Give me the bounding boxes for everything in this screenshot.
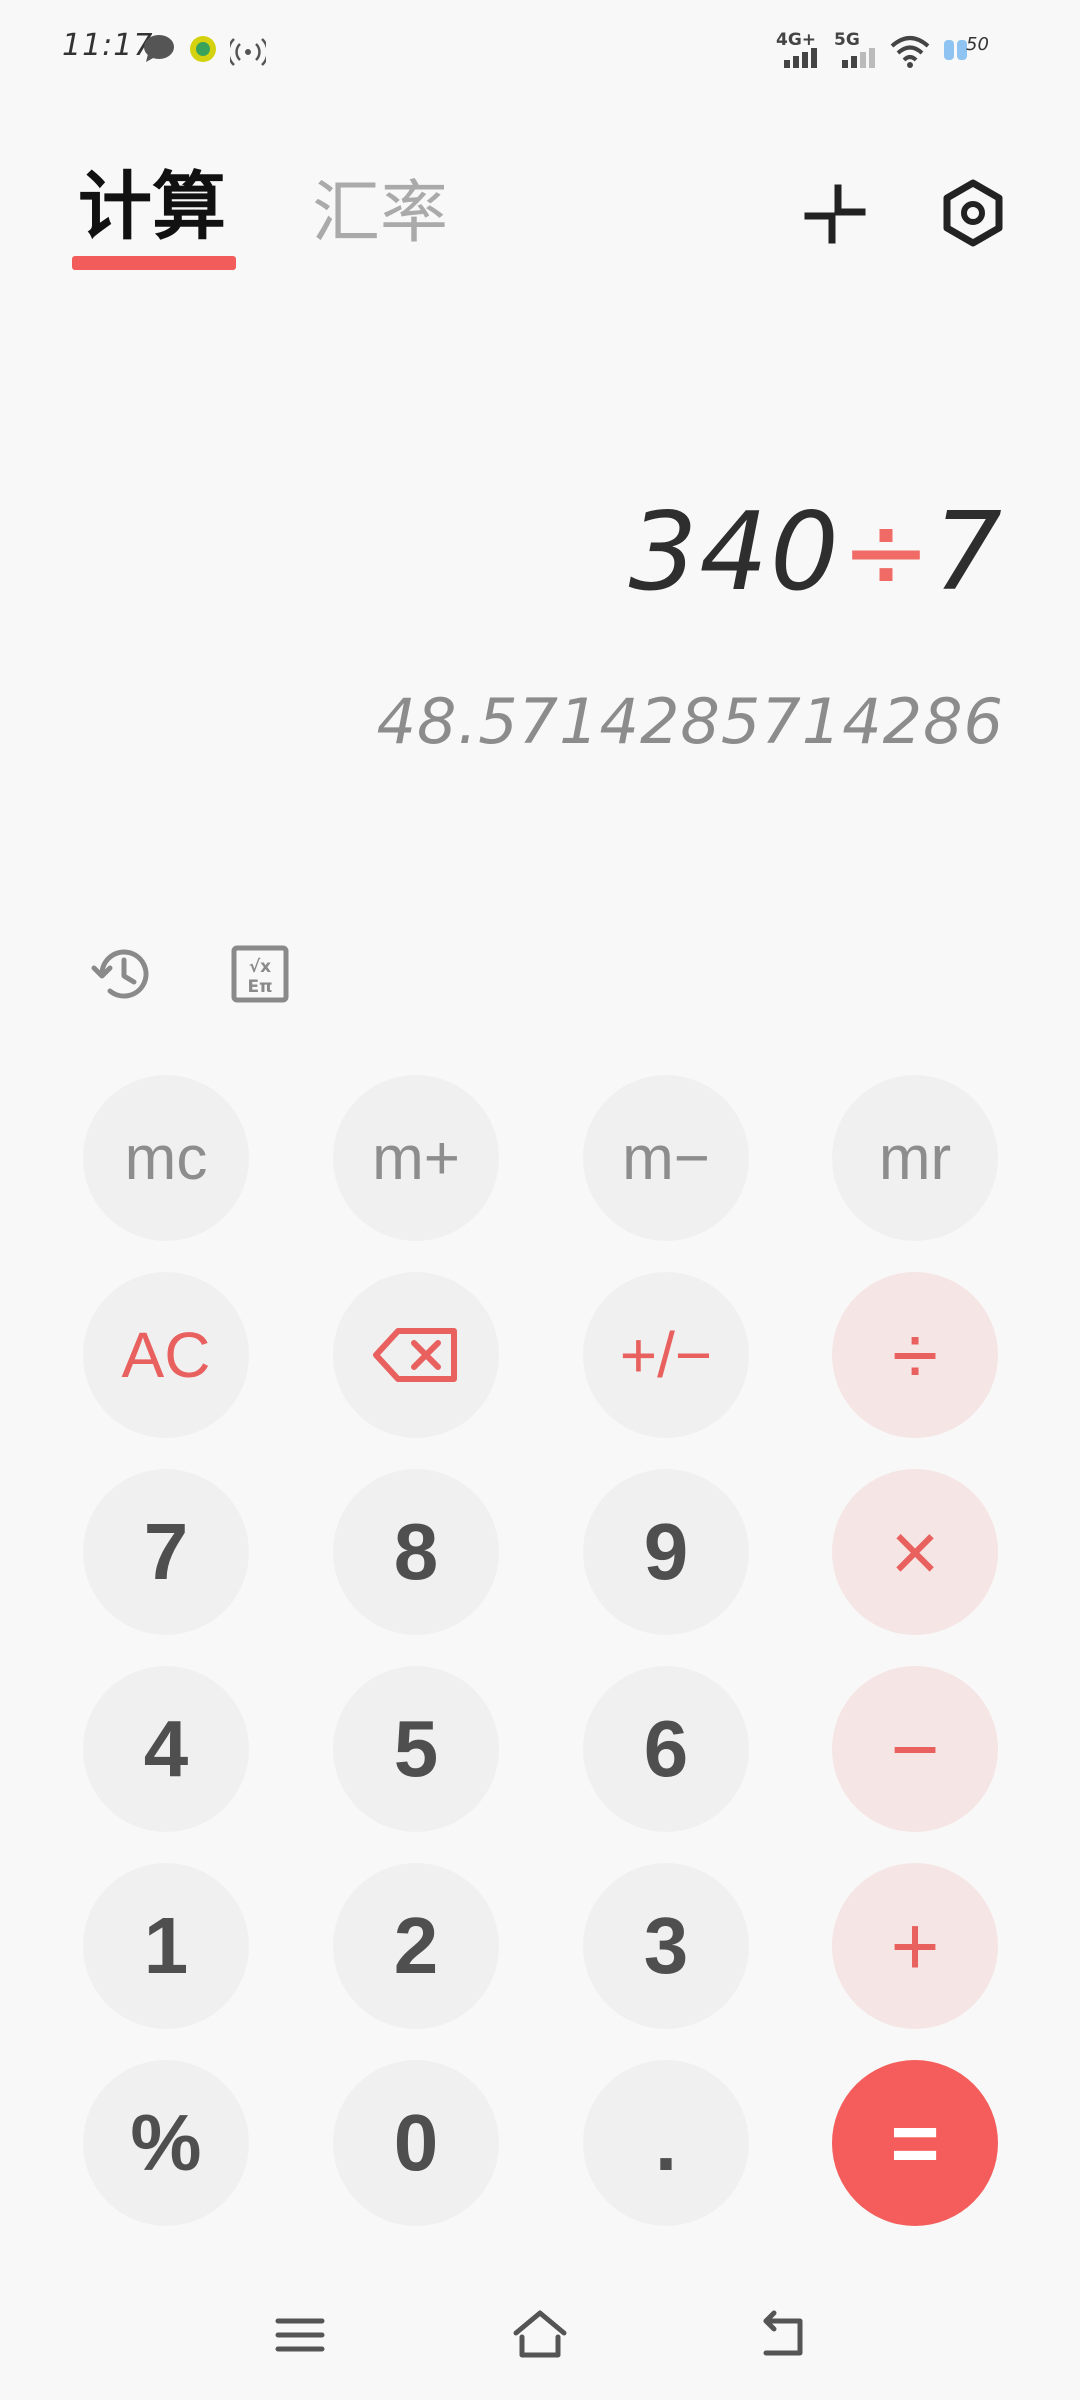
home-icon[interactable] — [510, 2305, 570, 2365]
result-display: 48.5714285714286 — [376, 685, 1004, 758]
signal-icon — [784, 48, 817, 68]
percent-button[interactable]: % — [83, 2060, 249, 2226]
battery-level: 50 — [966, 34, 989, 55]
expression-operator: ÷ — [840, 490, 934, 615]
multiply-button[interactable]: × — [832, 1469, 998, 1635]
status-time: 11:17 — [62, 28, 154, 63]
scientific-icon[interactable]: √x Eπ — [226, 940, 294, 1008]
digit-5-button[interactable]: 5 — [333, 1666, 499, 1832]
decimal-point-button[interactable]: . — [583, 2060, 749, 2226]
subtract-button[interactable]: − — [832, 1666, 998, 1832]
svg-text:√x: √x — [249, 957, 271, 977]
digit-0-button[interactable]: 0 — [333, 2060, 499, 2226]
menu-icon[interactable] — [270, 2305, 330, 2365]
settings-icon[interactable] — [938, 178, 1008, 248]
wifi-icon — [890, 36, 930, 68]
app-notification-icon — [190, 36, 216, 62]
memory-subtract-button[interactable]: m− — [583, 1075, 749, 1241]
digit-1-button[interactable]: 1 — [83, 1863, 249, 2029]
memory-recall-button[interactable]: mr — [832, 1075, 998, 1241]
expression-left-operand: 340 — [628, 490, 841, 615]
compact-mode-icon[interactable] — [800, 178, 870, 248]
history-icon[interactable] — [88, 940, 156, 1008]
backspace-icon — [373, 1328, 457, 1382]
digit-3-button[interactable]: 3 — [583, 1863, 749, 2029]
plus-minus-button[interactable]: +/− — [583, 1272, 749, 1438]
add-button[interactable]: + — [832, 1863, 998, 2029]
memory-clear-button[interactable]: mc — [83, 1075, 249, 1241]
svg-text:Eπ: Eπ — [247, 977, 272, 997]
hotspot-icon — [230, 38, 266, 66]
expression-right-operand: 7 — [933, 490, 1004, 615]
digit-7-button[interactable]: 7 — [83, 1469, 249, 1635]
equals-button[interactable]: = — [832, 2060, 998, 2226]
chat-bubble-icon — [144, 35, 174, 62]
memory-add-button[interactable]: m+ — [333, 1075, 499, 1241]
divide-button[interactable]: ÷ — [832, 1272, 998, 1438]
digit-6-button[interactable]: 6 — [583, 1666, 749, 1832]
active-tab-indicator — [72, 256, 236, 270]
expression-display: 340÷7 — [629, 490, 1004, 615]
tab-calculate[interactable]: 计算 — [78, 170, 226, 244]
digit-9-button[interactable]: 9 — [583, 1469, 749, 1635]
back-icon[interactable] — [752, 2305, 812, 2365]
status-bar: 11:17 4G+ 5G 50 — [0, 0, 1080, 100]
digit-8-button[interactable]: 8 — [333, 1469, 499, 1635]
digit-2-button[interactable]: 2 — [333, 1863, 499, 2029]
digit-4-button[interactable]: 4 — [83, 1666, 249, 1832]
tab-exchange-rate[interactable]: 汇率 — [312, 180, 448, 248]
backspace-button[interactable] — [333, 1272, 499, 1438]
signal-icon — [842, 48, 875, 68]
all-clear-button[interactable]: AC — [83, 1272, 249, 1438]
